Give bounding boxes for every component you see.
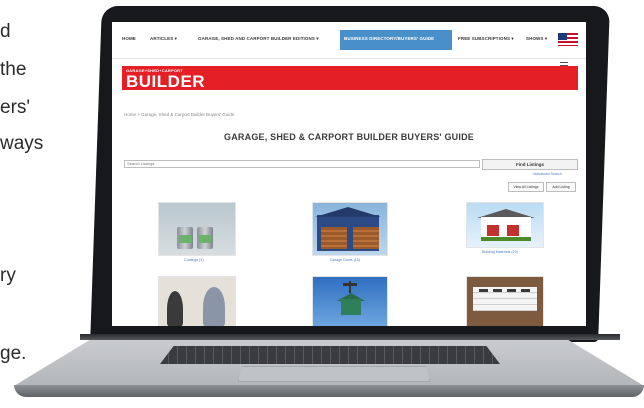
flag-canton [558,33,567,40]
trackpad [238,366,430,382]
category-link[interactable]: Building Materials (29) [482,250,518,254]
breadcrumb[interactable]: Home > Garage, Shed & Carport Builder Bu… [124,112,234,117]
us-flag-icon[interactable] [558,33,578,46]
door-window [507,289,516,292]
door-window [521,289,530,292]
page-title: GARAGE, SHED & CARPORT BUILDER BUYERS' G… [224,132,474,142]
garage-door-shape [321,227,347,249]
laptop-screen: HOME ARTICLES ▾ GARAGE, SHED AND CARPORT… [112,22,586,326]
barn-door-shape [487,225,499,236]
view-all-listings-button[interactable]: View All Listings [508,182,544,192]
roof-shape [315,207,381,217]
keyboard [160,346,500,364]
door-window [479,289,488,292]
laptop-base [14,336,644,402]
laptop-front-edge [14,385,644,397]
container-icon [197,227,213,249]
add-listing-button[interactable]: Add Listing [546,182,576,192]
top-navigation: HOME ARTICLES ▾ GARAGE, SHED AND CARPORT… [112,22,586,59]
garage-door-shape [353,227,379,249]
category-link[interactable]: Garage Doors (15) [330,258,360,262]
nav-editions[interactable]: GARAGE, SHED AND CARPORT BUILDER EDITION… [198,36,319,42]
building-materials-image[interactable] [466,202,544,248]
person-shape [167,291,183,326]
nav-articles[interactable]: ARTICLES ▾ [150,36,177,42]
laptop: HOME ARTICLES ▾ GARAGE, SHED AND CARPORT… [0,0,644,408]
weather-vane-arrow [343,283,357,286]
garage-doors-image[interactable] [312,202,388,256]
category-link[interactable]: Coatings (4) [184,258,204,262]
cupola-shape [341,299,361,315]
find-listings-button[interactable]: Find Listings [482,159,578,170]
nav-buyers-guide[interactable]: BUSINESS DIRECTORY/BUYERS' GUIDE [344,36,434,41]
barn-door-shape [507,225,519,236]
container-icon [177,227,193,249]
search-input[interactable]: Search Listings [124,160,480,168]
coatings-image[interactable] [158,202,236,256]
person-shape [203,287,225,326]
garage-door-image[interactable] [466,276,544,326]
cupola-image[interactable] [312,276,388,326]
brand-banner: GARAGE+SHED+CARPORT BUILDER [122,66,578,92]
nav-subscriptions[interactable]: FREE SUBSCRIPTIONS ▾ [458,36,514,42]
nav-shows[interactable]: SHOWS ▾ [526,36,547,42]
site-logo[interactable]: BUILDER [126,72,205,92]
door-window [493,289,502,292]
nav-home[interactable]: HOME [122,36,136,41]
advanced-search-link[interactable]: +Advanced Search [532,172,562,176]
people-image[interactable] [158,276,236,326]
